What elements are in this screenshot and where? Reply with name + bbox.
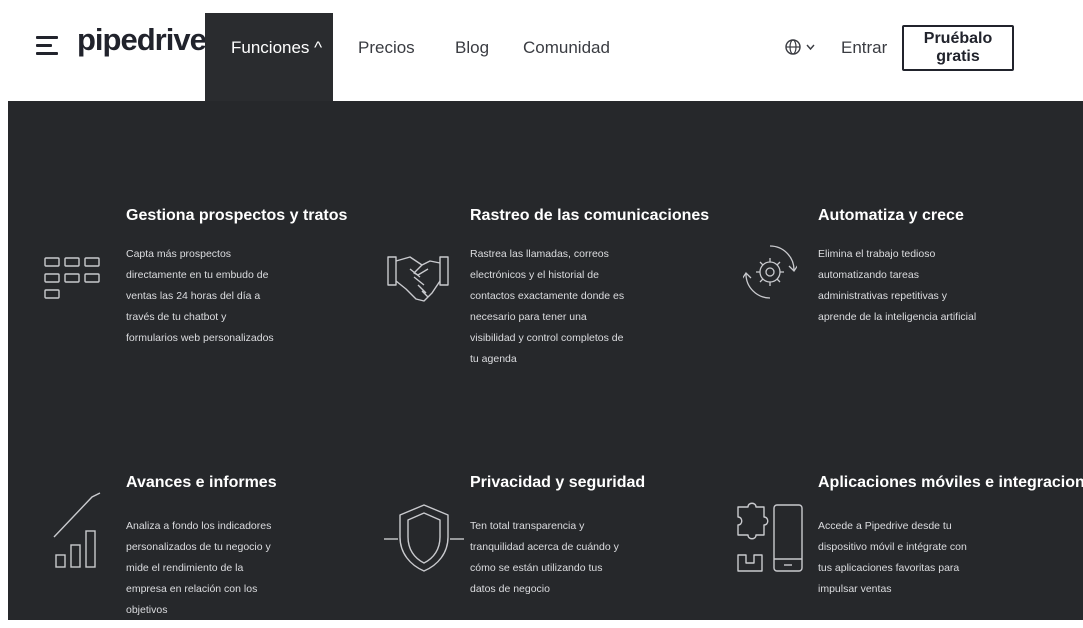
feature-title: Rastreo de las comunicaciones bbox=[470, 207, 710, 224]
nav-community-link[interactable]: Comunidad bbox=[523, 38, 610, 58]
nav-blog-link[interactable]: Blog bbox=[455, 38, 489, 58]
feature-mobile-integrations[interactable]: Aplicaciones móviles e integraciones Acc… bbox=[718, 361, 1083, 621]
language-selector[interactable] bbox=[783, 36, 819, 58]
feature-automation[interactable]: Automatiza y crece Elimina el trabajo te… bbox=[718, 101, 1078, 361]
feature-title: Automatiza y crece bbox=[818, 207, 964, 224]
feature-title: Gestiona prospectos y tratos bbox=[126, 207, 348, 224]
growth-chart-icon bbox=[53, 492, 101, 568]
globe-icon bbox=[785, 39, 815, 55]
shield-icon bbox=[384, 504, 464, 572]
top-navigation-bar: pipedrive Funciones ^ Precios Blog Comun… bbox=[0, 0, 1083, 101]
feature-description: Analiza a fondo los indicadores personal… bbox=[126, 520, 272, 616]
nav-pricing-link[interactable]: Precios bbox=[358, 38, 415, 58]
feature-leads-deals[interactable]: Gestiona prospectos y tratos Capta más p… bbox=[8, 101, 348, 361]
handshake-icon bbox=[387, 256, 449, 302]
nav-features-tab[interactable]: Funciones ^ bbox=[205, 13, 333, 101]
kanban-grid-icon bbox=[44, 257, 100, 299]
feature-privacy-security[interactable]: Privacidad y seguridad Ten total transpa… bbox=[368, 361, 708, 621]
feature-title: Privacidad y seguridad bbox=[470, 474, 646, 491]
nav-features-label: Funciones ^ bbox=[231, 38, 323, 57]
chevron-down-icon bbox=[806, 44, 815, 51]
feature-title: Avances e informes bbox=[126, 474, 277, 491]
mobile-puzzle-icon bbox=[737, 502, 803, 572]
gear-cycle-icon bbox=[743, 245, 797, 299]
pipedrive-logo[interactable]: pipedrive bbox=[77, 22, 207, 58]
login-link[interactable]: Entrar bbox=[841, 38, 887, 58]
feature-description: Accede a Pipedrive desde tu dispositivo … bbox=[818, 520, 967, 595]
features-mega-menu: Gestiona prospectos y tratos Capta más p… bbox=[8, 101, 1083, 621]
feature-description: Capta más prospectos directamente en tu … bbox=[126, 248, 274, 344]
page-bottom-edge bbox=[0, 620, 1083, 628]
feature-description: Elimina el trabajo tedioso automatizando… bbox=[818, 248, 977, 323]
feature-communications-tracking[interactable]: Rastreo de las comunicaciones Rastrea la… bbox=[368, 101, 710, 365]
feature-reports[interactable]: Avances e informes Analiza a fondo los i… bbox=[8, 361, 348, 621]
try-free-button[interactable]: Pruébalo gratis bbox=[902, 25, 1014, 71]
feature-description: Ten total transparencia y tranquilidad a… bbox=[470, 520, 619, 595]
feature-title: Aplicaciones móviles e integraciones bbox=[818, 474, 1083, 491]
feature-description: Rastrea las llamadas, correos electrónic… bbox=[470, 248, 625, 365]
hamburger-menu-icon[interactable] bbox=[36, 34, 62, 58]
